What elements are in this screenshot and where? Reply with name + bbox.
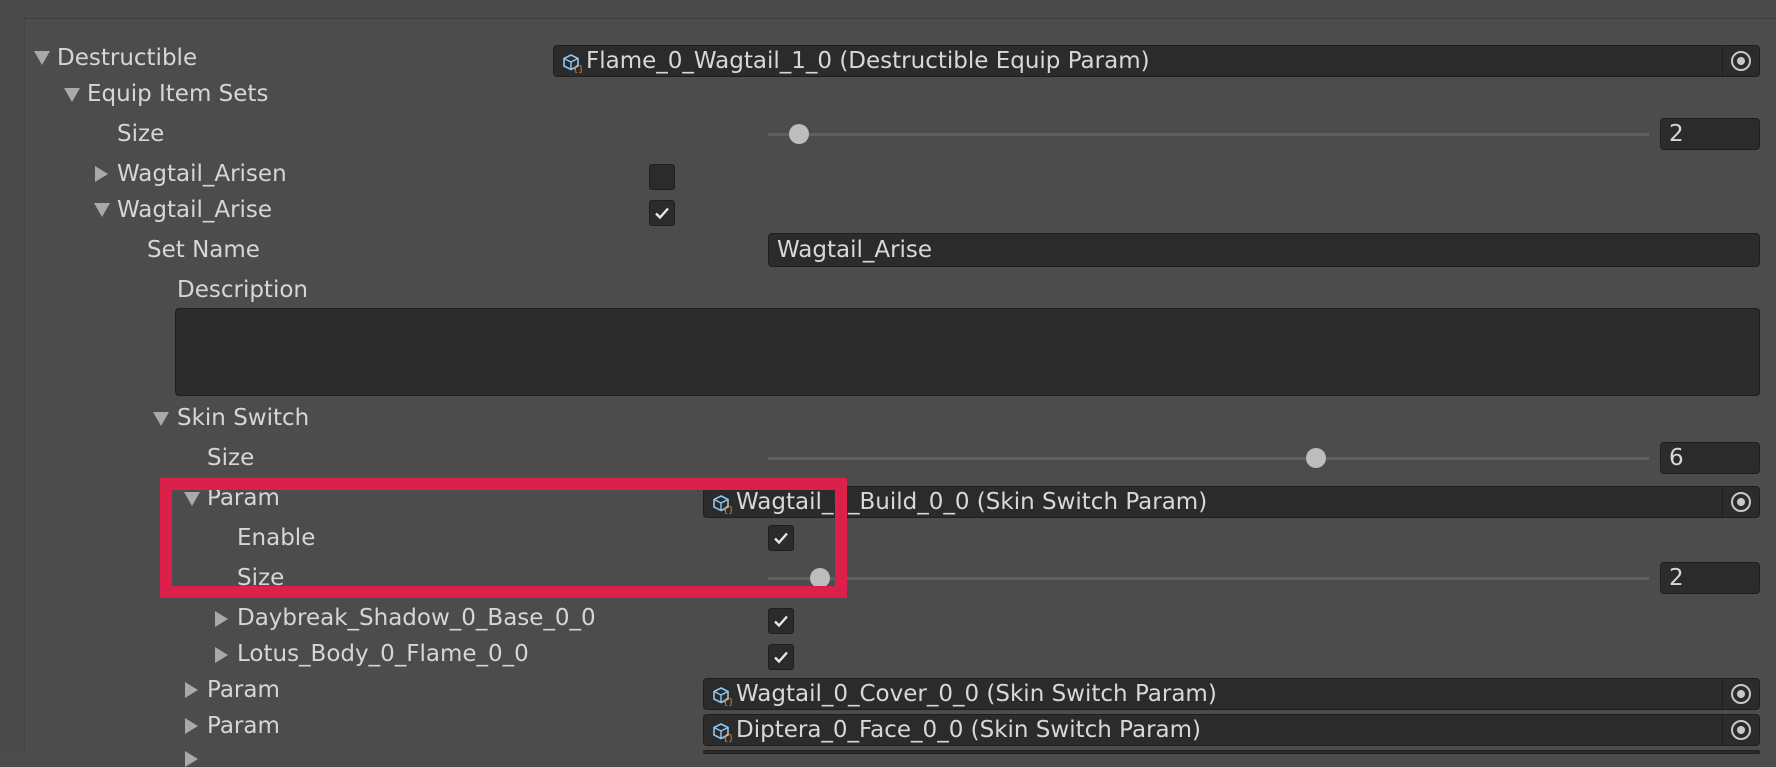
equip-item-sets-size-field[interactable]: 2 (1660, 118, 1760, 150)
wagtail-arisen-label[interactable]: Wagtail_Arisen (117, 160, 287, 188)
wagtail-arisen-checkbox[interactable] (649, 164, 675, 190)
skin-switch-size-field[interactable]: 6 (1660, 442, 1760, 474)
highlight-annotation-box (160, 478, 847, 598)
param-size-field[interactable]: 2 (1660, 562, 1760, 594)
foldout-destructible-arrow-icon[interactable] (34, 51, 50, 65)
foldout-daybreak-arrow-icon[interactable] (215, 611, 228, 627)
param-cover-object-text: Wagtail_0_Cover_0_0 (Skin Switch Param) (736, 681, 1217, 707)
param-object-field[interactable]: {} Wagtail_0_Build_0_0 (Skin Switch Para… (703, 486, 1760, 518)
param-partial-object-field[interactable] (703, 750, 1760, 754)
skin-switch-label[interactable]: Skin Switch (177, 404, 309, 432)
foldout-destructible-label[interactable]: Destructible (57, 44, 197, 72)
window-left-edge (0, 0, 25, 754)
skin-switch-size-slider-track[interactable] (768, 457, 1649, 460)
skin-switch-size-slider-thumb[interactable] (1306, 448, 1326, 468)
object-picker-button[interactable] (1722, 715, 1759, 745)
description-label: Description (177, 277, 308, 303)
daybreak-checkbox[interactable] (768, 608, 794, 634)
param-cover-object-field[interactable]: {} Wagtail_0_Cover_0_0 (Skin Switch Para… (703, 678, 1760, 710)
param-face-object-field[interactable]: {} Diptera_0_Face_0_0 (Skin Switch Param… (703, 714, 1760, 746)
svg-text:{}: {} (723, 734, 732, 742)
lotus-label[interactable]: Lotus_Body_0_Flame_0_0 (237, 640, 529, 668)
skin-switch-size-label: Size (207, 445, 255, 471)
foldout-wagtail-arisen-arrow-icon[interactable] (95, 166, 108, 182)
svg-text:{}: {} (573, 65, 582, 73)
foldout-equip-item-sets-arrow-icon[interactable] (64, 88, 80, 102)
script-cube-icon: {} (563, 54, 582, 73)
set-name-input[interactable]: Wagtail_Arise (768, 233, 1760, 267)
foldout-param-cover-arrow-icon[interactable] (185, 682, 198, 698)
equip-item-sets-size-slider-track[interactable] (768, 133, 1649, 136)
top-divider (24, 0, 1776, 19)
foldout-wagtail-arise-arrow-icon[interactable] (94, 203, 110, 217)
wagtail-arise-checkbox[interactable] (649, 200, 675, 226)
wagtail-arise-label[interactable]: Wagtail_Arise (117, 196, 272, 224)
checkmark-icon (774, 651, 788, 664)
script-cube-icon: {} (713, 723, 732, 742)
param-size-slider-track[interactable] (768, 577, 1649, 580)
foldout-skin-switch-arrow-icon[interactable] (153, 412, 169, 426)
equip-item-sets-size-label: Size (117, 121, 165, 147)
foldout-lotus-arrow-icon[interactable] (215, 647, 228, 663)
checkmark-icon (655, 207, 669, 220)
equip-item-sets-size-slider-thumb[interactable] (789, 124, 809, 144)
script-cube-icon: {} (713, 687, 732, 706)
lotus-checkbox[interactable] (768, 644, 794, 670)
param-cover-label[interactable]: Param (207, 676, 280, 704)
foldout-param-face-arrow-icon[interactable] (185, 718, 198, 734)
param-face-object-text: Diptera_0_Face_0_0 (Skin Switch Param) (736, 717, 1202, 743)
destructible-object-text: Flame_0_Wagtail_1_0 (Destructible Equip … (586, 48, 1150, 74)
object-picker-button[interactable] (1722, 487, 1759, 517)
foldout-equip-item-sets-label[interactable]: Equip Item Sets (87, 80, 268, 108)
object-picker-button[interactable] (1722, 46, 1759, 76)
param-face-label[interactable]: Param (207, 712, 280, 740)
checkmark-icon (774, 615, 788, 628)
destructible-object-field[interactable]: {} Flame_0_Wagtail_1_0 (Destructible Equ… (553, 45, 1760, 77)
daybreak-label[interactable]: Daybreak_Shadow_0_Base_0_0 (237, 604, 596, 632)
set-name-label: Set Name (147, 237, 260, 263)
description-textarea[interactable] (175, 308, 1760, 396)
svg-text:{}: {} (723, 698, 732, 706)
foldout-param-partial-arrow-icon[interactable] (185, 751, 198, 767)
object-picker-button[interactable] (1722, 679, 1759, 709)
